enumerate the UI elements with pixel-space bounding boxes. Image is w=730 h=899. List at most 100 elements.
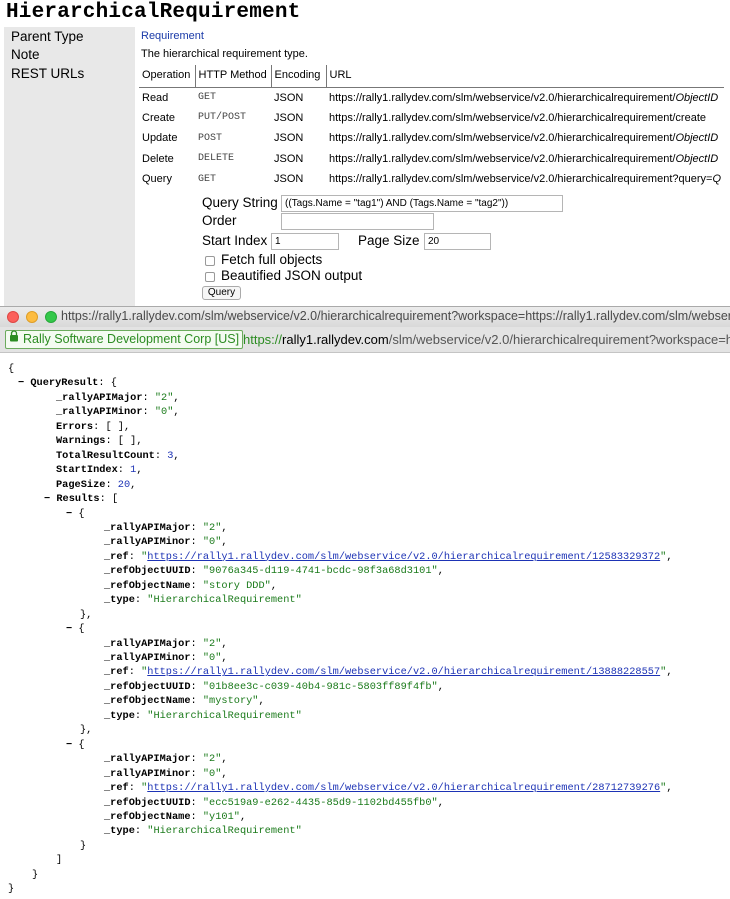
json-token: , [666, 782, 673, 795]
table-row: Create PUT/POST JSON https://rally1.rallyde… [139, 108, 724, 129]
collapse-toggle[interactable]: − [18, 377, 30, 389]
json-line: _rallyAPIMinor: "0", [56, 405, 180, 419]
json-line: Errors: [ ], [56, 420, 130, 434]
collapse-toggle[interactable]: − [66, 508, 78, 520]
query-button[interactable]: Query [202, 286, 241, 300]
ev-certificate-badge[interactable]: Rally Software Development Corp [US] [5, 330, 244, 349]
note-text: The hierarchical requirement type. [141, 48, 308, 60]
json-line: _ref: "https://rally1.rallydev.com/slm/w… [104, 781, 673, 795]
json-token: : [190, 579, 203, 592]
json-token: [ ] [117, 435, 137, 448]
ref-link[interactable]: https://rally1.rallydev.com/slm/webservi… [147, 551, 660, 563]
json-object: − QueryResult: { [18, 376, 117, 390]
url-placeholder: ObjectID [675, 152, 719, 165]
json-string: "HierarchicalRequirement" [147, 594, 302, 607]
json-line: _rallyAPIMajor: "2", [56, 391, 180, 405]
ref-link[interactable]: https://rally1.rallydev.com/slm/webservi… [147, 666, 660, 678]
http-method-cell: GET [198, 173, 217, 185]
json-token: : [142, 391, 155, 404]
json-string: "HierarchicalRequirement" [147, 709, 302, 722]
json-token: , [221, 767, 228, 780]
encoding-cell: JSON [274, 132, 304, 145]
url-placeholder: Q [712, 173, 721, 186]
encoding-cell: JSON [274, 152, 304, 165]
page-title: HierarchicalRequirement [6, 1, 301, 24]
json-string: "y101" [202, 810, 240, 823]
url-cell: https://rally1.rallydev.com/slm/webservi… [326, 108, 724, 129]
note-label: Note [11, 47, 40, 62]
json-key: QueryResult [30, 377, 99, 390]
order-label: Order [202, 213, 237, 228]
json-key: _rallyAPIMinor [104, 767, 191, 780]
json-line: PageSize: 20, [56, 478, 136, 492]
table-row: Delete DELETE JSON https://rally1.rallydev.… [139, 149, 724, 170]
json-line: StartIndex: 1, [56, 463, 143, 477]
json-key: Errors [56, 420, 94, 433]
page-size-input[interactable]: 20 [424, 233, 491, 250]
operation-cell: Delete [142, 152, 174, 165]
json-key: _type [104, 825, 135, 838]
json-token: } [32, 868, 39, 881]
rest-urls-label: REST URLs [11, 66, 85, 81]
ref-link[interactable]: https://rally1.rallydev.com/slm/webservi… [147, 782, 660, 794]
json-line: _rallyAPIMinor: "0", [104, 767, 228, 781]
collapse-toggle[interactable]: − [66, 739, 78, 751]
json-token: : [ [99, 493, 119, 506]
json-object: − { [66, 738, 85, 752]
close-window-button[interactable] [7, 311, 19, 323]
json-token: : [190, 652, 203, 664]
beautified-json-label: Beautified JSON output [221, 268, 363, 283]
json-token: { [78, 623, 85, 636]
json-token: , [136, 435, 143, 448]
json-key: _refObjectUUID [104, 680, 191, 693]
address-bar[interactable]: Rally Software Development Corp [US] htt… [0, 327, 730, 353]
parent-type-link[interactable]: Requirement [141, 30, 204, 42]
url-cell: https://rally1.rallydev.com/slm/webservi… [326, 87, 724, 108]
column-header: URL [326, 65, 724, 88]
json-token: { [78, 738, 85, 751]
start-index-input[interactable]: 1 [271, 233, 339, 250]
json-key: _rallyAPIMajor [104, 521, 191, 534]
json-viewer: {− QueryResult: {_rallyAPIMajor: "2", _ra… [0, 355, 730, 899]
json-line: _type: "HierarchicalRequirement" [104, 824, 302, 838]
json-string: "mystory" [202, 695, 259, 708]
json-line: _ref: "https://rally1.rallydev.com/slm/w… [104, 665, 673, 679]
json-string: "2" [202, 521, 222, 534]
query-string-input[interactable]: ((Tags.Name = "tag1") AND (Tags.Name = "… [281, 195, 563, 212]
fetch-full-checkbox[interactable] [205, 256, 215, 266]
json-token: , [437, 796, 444, 809]
url-base: https://rally1.rallydev.com/slm/webservi… [329, 152, 676, 165]
json-string: "ecc519a9-e262-4435-85d9-1102bd455fb0" [202, 796, 438, 809]
json-token: : [190, 810, 203, 823]
json-token: : [154, 449, 168, 462]
start-index-label: Start Index [202, 233, 268, 248]
json-line: ] [56, 853, 62, 867]
json-line: _rallyAPIMajor: "2", [104, 637, 228, 651]
json-token: } [80, 839, 87, 852]
json-line: _refObjectName: "y101", [104, 810, 246, 824]
collapse-toggle[interactable]: − [66, 623, 78, 635]
minimize-window-button[interactable] [26, 311, 38, 323]
url-field[interactable]: https://rally1.rallydev.com/slm/webservi… [243, 332, 730, 347]
json-token: : [134, 825, 148, 838]
json-key: _refObjectUUID [104, 565, 191, 578]
json-key: _refObjectName [104, 810, 191, 823]
json-key: StartIndex [56, 464, 118, 477]
beautified-json-checkbox[interactable] [205, 272, 215, 282]
url-base: https://rally1.rallydev.com/slm/webservi… [329, 173, 713, 186]
url-base: https://rally1.rallydev.com/slm/webservi… [329, 91, 676, 104]
json-token: : [134, 594, 148, 607]
json-object: − { [66, 622, 85, 636]
label-column: Parent Type Note REST URLs [4, 27, 135, 306]
collapse-toggle[interactable]: − [44, 493, 56, 505]
json-key: _rallyAPIMinor [104, 536, 191, 549]
window-title: https://rally1.rallydev.com/slm/webservi… [61, 309, 730, 323]
json-key: _ref [104, 666, 129, 679]
operation-cell: Create [142, 111, 176, 124]
maximize-window-button[interactable] [45, 311, 57, 323]
json-key: _refObjectName [104, 579, 191, 592]
url-placeholder: ObjectID [675, 132, 719, 145]
json-token: : [128, 550, 142, 563]
json-number: 20 [117, 478, 131, 491]
order-input[interactable] [281, 213, 434, 230]
